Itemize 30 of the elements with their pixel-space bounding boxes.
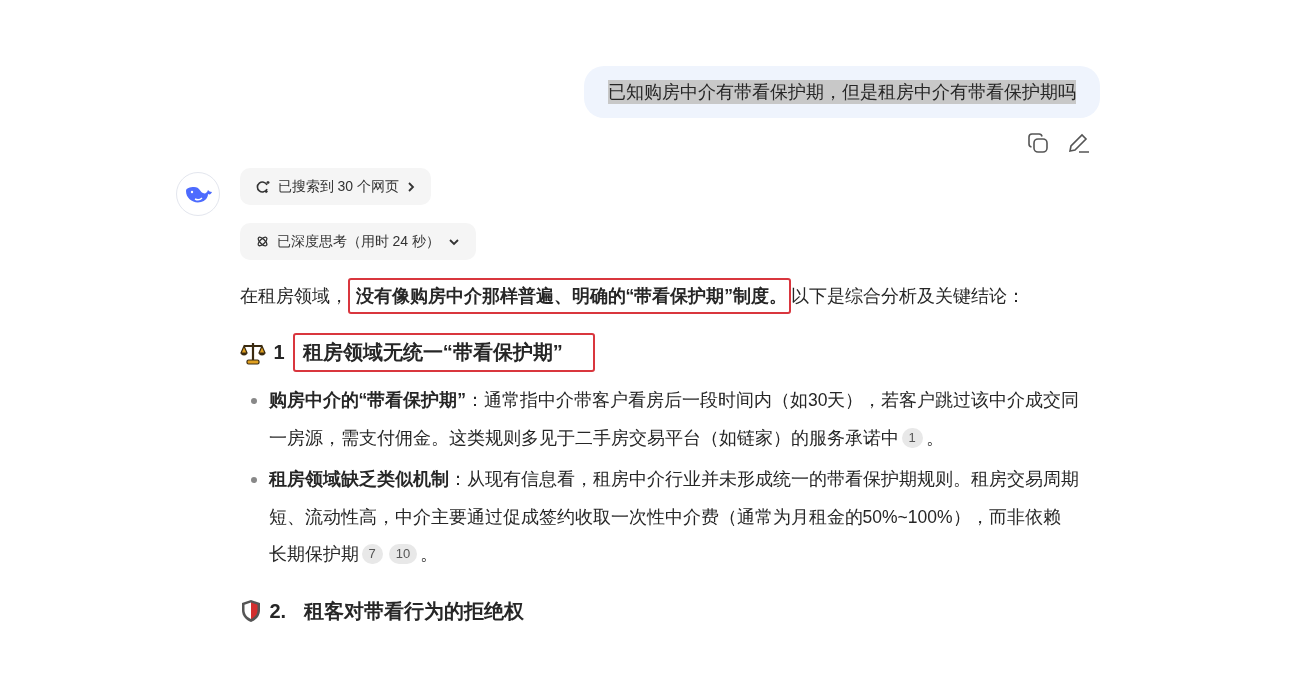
- section-number: 1: [273, 341, 285, 364]
- section-number: 2.: [269, 599, 287, 623]
- bullet-dot: [250, 477, 257, 483]
- punctuation: 。: [925, 427, 944, 448]
- bullet-text: 一房源，需支付佣金。这类规则多见于二手房交易平台（如链家）的服务承诺中: [268, 427, 899, 448]
- shield-icon: [239, 599, 262, 623]
- bullet-text: 长期保护期: [268, 544, 359, 564]
- punctuation: 。: [420, 544, 439, 564]
- citation-link[interactable]: 1: [901, 427, 923, 448]
- bullet-text: 短、流动性高，中介主要通过促成签约收取一次性中介费（通常为月租金的50%~100%），而非依赖: [268, 505, 1061, 529]
- atom-icon: [255, 235, 269, 248]
- intro-text: 以下是综合分析及关键结论：: [791, 286, 1025, 306]
- intro-text: 在租房领域，: [239, 286, 348, 306]
- citation-link[interactable]: 10: [388, 544, 418, 564]
- copy-icon[interactable]: [1026, 132, 1049, 154]
- edit-icon[interactable]: [1066, 132, 1091, 154]
- user-message: 已知购房中介有带看保护期，但是租房中介有带看保护期吗: [583, 66, 1100, 118]
- scales-icon: [239, 340, 266, 365]
- citation-link[interactable]: 7: [361, 544, 383, 564]
- chevron-down-icon: [447, 237, 460, 246]
- bullet-dot: [250, 398, 257, 404]
- section-heading: 租客对带看行为的拒绝权: [302, 598, 526, 624]
- section-heading: 租房领域无统一“带看保护期”: [292, 333, 595, 372]
- step-toggle[interactable]: 已搜索到 30 个网页: [239, 168, 431, 205]
- step-toggle[interactable]: 已深度思考（用时 24 秒）: [239, 223, 476, 260]
- highlighted-text: 没有像购房中介那样普遍、明确的“带看保护期”制度。: [347, 278, 791, 314]
- search-icon: [255, 179, 270, 194]
- bullet-text: 租房领域缺乏类似机制：从现有信息看，租房中介行业并未形成统一的带看保护期规则。租房交易周期: [268, 468, 1079, 491]
- chevron-right-icon: [406, 180, 415, 193]
- bullet-text: 购房中介的“带看保护期”：通常指中介带客户看房后一段时间内（如30天），若客户跳过该中介成交同: [268, 389, 1080, 412]
